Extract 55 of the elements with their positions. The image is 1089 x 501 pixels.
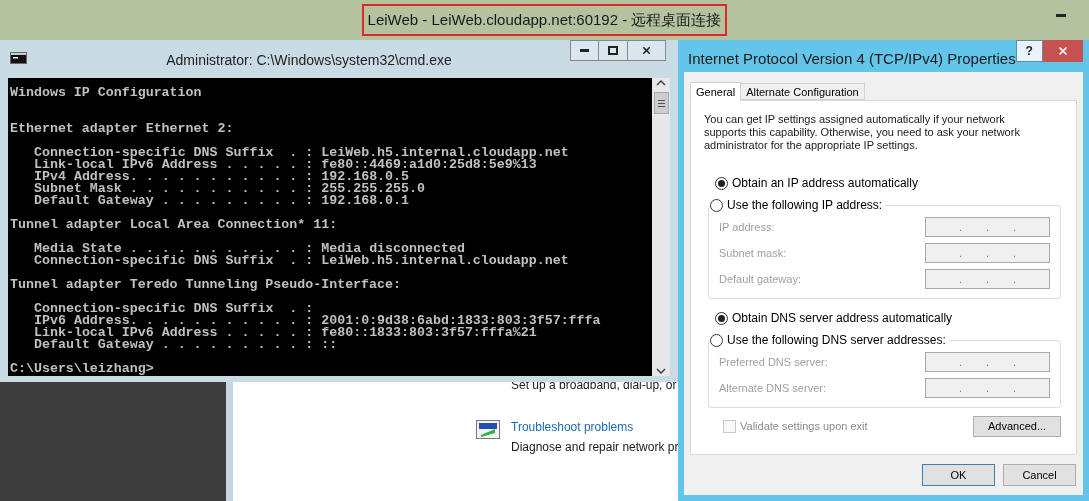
option-label: Use the following DNS server addresses: <box>727 332 946 349</box>
field-label: Preferred DNS server: <box>719 354 828 370</box>
minimize-icon <box>580 49 589 52</box>
dialog-title: Internet Protocol Version 4 (TCP/IPv4) Properties <box>687 49 1016 69</box>
console-line: Connection-specific DNS Suffix . : <box>33 303 315 315</box>
tab[interactable]: Alternate Configuration <box>740 83 865 100</box>
maximize-icon <box>608 46 618 55</box>
console-line: C:\Users\leizhang> <box>10 363 155 375</box>
close-button[interactable] <box>628 40 666 61</box>
option-label: Obtain DNS server address automatically <box>732 310 953 327</box>
help-button[interactable]: ? <box>1015 40 1043 62</box>
scroll-thumb[interactable] <box>653 92 669 114</box>
console-line: Connection-specific DNS Suffix . : LeiWeb.h5.internal.cloudapp.net <box>33 255 570 267</box>
radio-button[interactable] <box>710 198 723 212</box>
console-line: IPv4 Address. . . . . . . . . . . : 192.168.0.5 <box>33 171 410 183</box>
scroll-down-icon[interactable] <box>656 368 666 374</box>
description-text: You can get IP settings assigned automatically if your network supports this capability. Otherwise, you need to ask your network administrator for the appropriate IP settings. <box>703 113 1021 152</box>
console-line: Media State . . . . . . . . . . . : Media disconnected <box>33 243 465 255</box>
field-label: IP address: <box>719 219 775 235</box>
dialog-button[interactable]: OK <box>922 464 995 486</box>
session-title: LeiWeb - LeiWeb.cloudapp.net:60192 - 远程桌面连接 <box>361 4 728 36</box>
monitor-icon <box>476 420 500 441</box>
close-icon <box>1056 45 1069 57</box>
field-label: Subnet mask: <box>719 245 787 261</box>
window-title: Administrator: C:\Windows\system32\cmd.exe <box>166 51 452 70</box>
console-line: Link-local IPv6 Address . . . . . : fe80::4469:a1d0:25d8:5e9%13 <box>33 159 537 171</box>
console-line: Tunnel adapter Teredo Tunneling Pseudo-Interface: <box>10 279 402 291</box>
minimize-button[interactable] <box>570 40 599 61</box>
advanced-button[interactable]: Advanced... <box>973 416 1061 437</box>
checkbox-label: Validate settings upon exit <box>740 419 868 435</box>
console-line: Subnet Mask . . . . . . . . . . . : 255.255.255.0 <box>33 183 426 195</box>
console-line: Default Gateway . . . . . . . . . : :: <box>33 339 339 351</box>
maximize-button[interactable] <box>599 40 628 61</box>
console-line: IPv6 Address. . . . . . . . . . . : 2001:0:9d38:6abd:1833:803:3f57:fffa <box>33 315 602 327</box>
close-icon <box>641 45 652 56</box>
scrollbar[interactable] <box>652 78 670 376</box>
console-line: Connection-specific DNS Suffix . : LeiWeb.h5.internal.cloudapp.net <box>33 147 570 159</box>
radio-button[interactable] <box>715 176 728 190</box>
console-line: Windows IP Configuration <box>10 87 203 99</box>
field-label: Alternate DNS server: <box>719 380 826 396</box>
field-label: Default gateway: <box>719 271 801 287</box>
radio-button[interactable] <box>715 311 728 325</box>
console-line: Tunnel adapter Local Area Connection* 11: <box>10 219 339 231</box>
option-label: Use the following IP address: <box>727 197 883 214</box>
troubleshoot-link[interactable]: Troubleshoot problems <box>511 418 679 438</box>
tab[interactable]: General <box>690 82 742 101</box>
console-icon <box>10 52 27 64</box>
link-description: Diagnose and repair network pr <box>511 439 679 456</box>
console-line: Link-local IPv6 Address . . . . . : fe80::1833:803:3f57:fffa%21 <box>33 327 538 339</box>
radio-button[interactable] <box>710 333 723 347</box>
option-label: Obtain an IP address automatically <box>732 175 918 192</box>
console-line: Ethernet adapter Ethernet 2: <box>10 123 235 135</box>
console-line: Default Gateway . . . . . . . . . : 192.168.0.1 <box>33 195 411 207</box>
scroll-up-icon[interactable] <box>656 80 666 86</box>
dialog-button[interactable]: Cancel <box>1003 464 1076 486</box>
